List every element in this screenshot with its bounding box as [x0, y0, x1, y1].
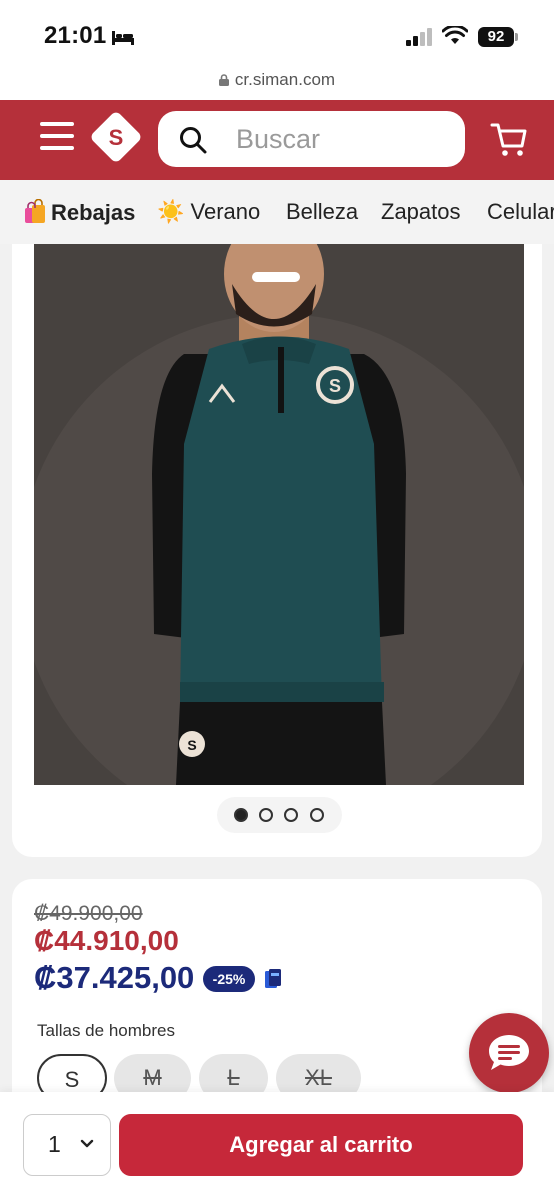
clock: 21:01	[44, 22, 107, 49]
gallery-pagination	[217, 797, 342, 833]
gallery-dot-1[interactable]	[234, 808, 248, 822]
chat-button[interactable]	[469, 1013, 549, 1093]
search-icon	[180, 127, 207, 154]
discount-badge: -25%	[203, 966, 255, 992]
gallery-dot-4[interactable]	[310, 808, 324, 822]
category-celular[interactable]: Celular	[487, 199, 554, 225]
category-verano[interactable]: ☀️ Verano	[157, 199, 260, 225]
cart-icon[interactable]	[490, 120, 528, 158]
address-bar[interactable]: cr.siman.com	[0, 70, 554, 100]
lock-icon	[218, 74, 229, 86]
original-price: ₡49.900,00	[34, 902, 143, 925]
product-photo-illustration: S S	[34, 244, 524, 785]
quantity-value: 1	[48, 1131, 61, 1157]
quantity-select[interactable]: 1	[23, 1114, 111, 1176]
gallery-dot-3[interactable]	[284, 808, 298, 822]
wifi-icon	[442, 26, 468, 44]
chat-bubble-icon	[489, 1035, 529, 1070]
url-text: cr.siman.com	[234, 70, 336, 89]
search-placeholder: Buscar	[236, 124, 321, 154]
category-zapatos[interactable]: Zapatos	[381, 199, 461, 225]
card-price: ₡37.425,00	[34, 960, 195, 995]
siman-logo[interactable]: S	[96, 118, 136, 158]
category-nav: Rebajas ☀️ Verano Belleza Zapatos Celula…	[0, 180, 554, 244]
sun-emoji: ☀️	[157, 199, 185, 224]
shopping-bags-emoji	[25, 199, 45, 223]
status-bar: 21:01 92	[0, 0, 554, 70]
signal-icon	[406, 28, 432, 46]
sale-price: ₡44.910,00	[34, 925, 179, 956]
credit-card-icon	[265, 969, 281, 988]
category-belleza[interactable]: Belleza	[286, 199, 358, 225]
gallery-dot-2[interactable]	[259, 808, 273, 822]
svg-text:S: S	[187, 737, 196, 753]
size-section-label: Tallas de hombres	[37, 1021, 175, 1040]
hamburger-menu-icon[interactable]	[40, 122, 74, 154]
search-input[interactable]: Buscar	[158, 111, 465, 167]
product-image[interactable]: S S	[34, 244, 524, 785]
category-rebajas[interactable]: Rebajas	[22, 199, 135, 226]
add-to-cart-button[interactable]: Agregar al carrito	[119, 1114, 523, 1176]
battery-indicator: 92	[478, 27, 518, 47]
bed-icon	[112, 31, 134, 45]
svg-text:S: S	[329, 376, 341, 396]
chevron-down-icon	[80, 1139, 94, 1148]
